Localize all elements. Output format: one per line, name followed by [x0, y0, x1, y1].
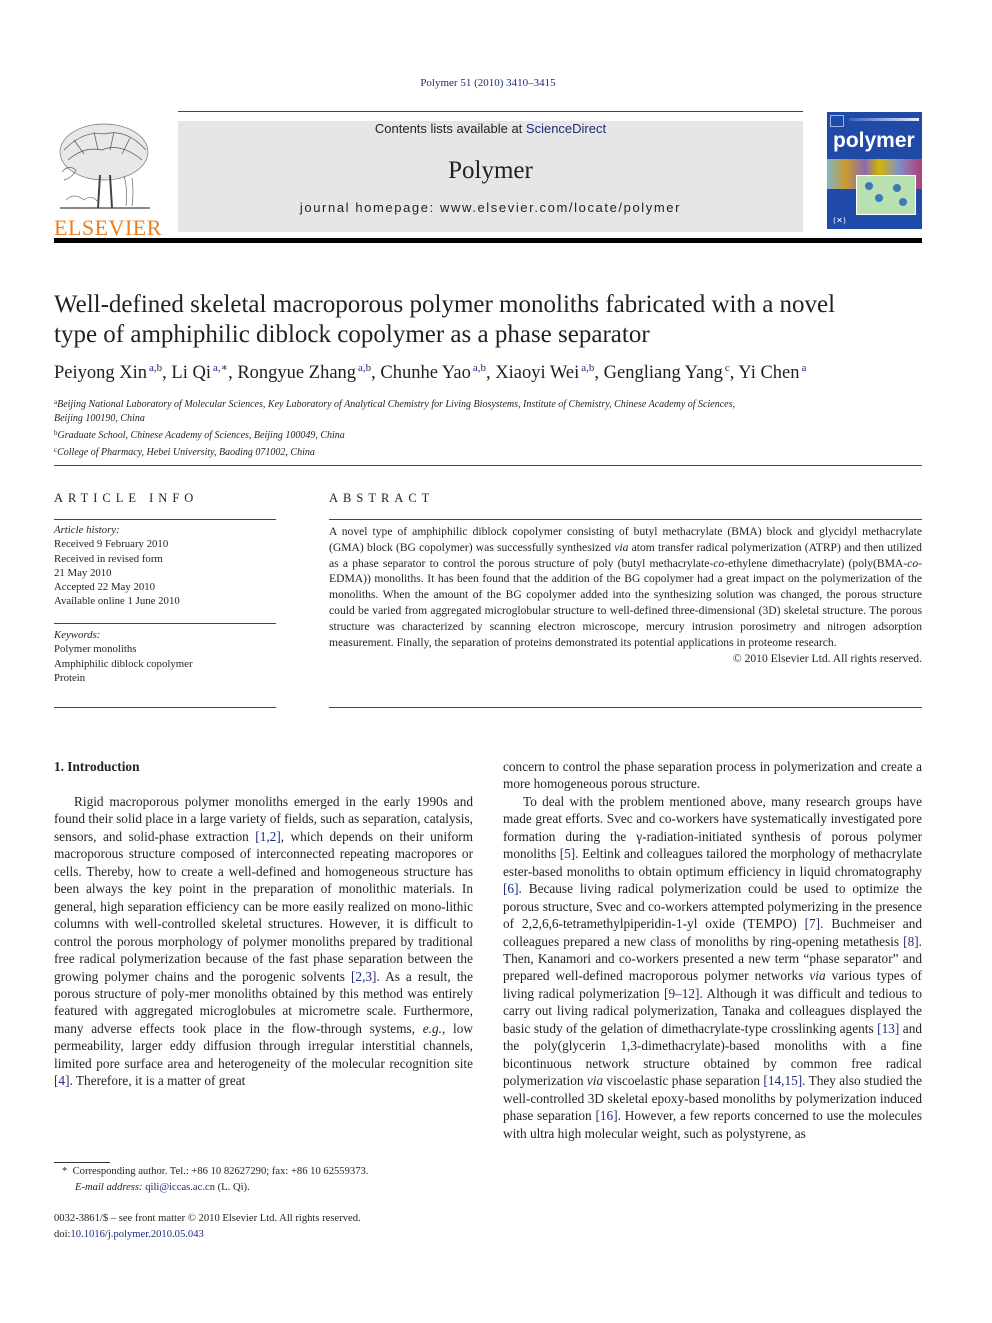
- footnote-rule: [54, 1162, 110, 1163]
- cover-inset-figure: [856, 175, 916, 215]
- article-info-end-rule: [54, 707, 276, 708]
- affiliation-text: Beijing National Laboratory of Molecular…: [57, 399, 735, 410]
- elsevier-tree-icon: [59, 123, 150, 209]
- doi-link[interactable]: 10.1016/j.polymer.2010.05.043: [70, 1229, 203, 1240]
- author-name: Rongyue Zhang: [237, 363, 357, 383]
- affiliation-c: cCollege of Pharmacy, Hebei University, …: [54, 443, 924, 460]
- intro-paragraph-2: To deal with the problem mentioned above…: [503, 793, 923, 1141]
- journal-homepage-link[interactable]: journal homepage: www.elsevier.com/locat…: [178, 200, 803, 216]
- author-name: Xiaoyi Wei: [495, 363, 580, 383]
- author[interactable]: Gengliang Yang c: [603, 362, 730, 383]
- masthead-top-rule: [178, 111, 803, 112]
- author[interactable]: Peiyong Xin a,b: [54, 362, 162, 383]
- intro-paragraph-1-continued: concern to control the phase separation …: [503, 759, 922, 792]
- history-item: Received in revised form: [54, 552, 163, 565]
- author-affiliation-marker[interactable]: c: [725, 362, 730, 374]
- keyword: Polymer monoliths: [54, 643, 137, 656]
- cover-title: polymer: [833, 129, 915, 152]
- masthead-box: Contents lists available at ScienceDirec…: [178, 121, 803, 232]
- reference-link[interactable]: [8]: [903, 934, 919, 949]
- header-divider: [54, 465, 922, 466]
- introduction-column-left: Rigid macroporous polymer monoliths emer…: [54, 793, 473, 1090]
- reference-link[interactable]: [1,2]: [255, 829, 280, 844]
- author-affiliation-marker[interactable]: a,b: [149, 362, 162, 374]
- author-name: Yi Chen: [738, 363, 800, 383]
- history-item: Available online 1 June 2010: [54, 595, 180, 608]
- author-name: Gengliang Yang: [603, 363, 723, 383]
- article-title: Well-defined skeletal macroporous polyme…: [54, 290, 934, 350]
- contents-prefix: Contents lists available at: [374, 121, 526, 136]
- affiliations: aBeijing National Laboratory of Molecula…: [54, 395, 924, 460]
- reference-link[interactable]: [13]: [877, 1021, 899, 1036]
- author-affiliation-marker[interactable]: a: [802, 362, 807, 374]
- cover-publisher-icon: (✕): [833, 216, 846, 225]
- reference-link[interactable]: [6]: [503, 881, 519, 896]
- history-item: Accepted 22 May 2010: [54, 581, 156, 594]
- history-item: 21 May 2010: [54, 566, 112, 579]
- affiliation-text: Graduate School, Chinese Academy of Scie…: [57, 430, 345, 441]
- section-heading-introduction: 1. Introduction: [54, 759, 140, 774]
- email-note: E-mail address: qili@iccas.ac.cn (L. Qi)…: [75, 1182, 250, 1193]
- sciencedirect-link[interactable]: ScienceDirect: [526, 121, 606, 136]
- article-history-label: Article history:: [54, 524, 120, 536]
- article-title-line-2: type of amphiphilic diblock copolymer as…: [54, 321, 650, 348]
- author-affiliation-marker[interactable]: a,b: [358, 362, 371, 374]
- abstract-body: A novel type of amphiphilic diblock copo…: [329, 524, 922, 667]
- author-name: Li Qi: [171, 363, 211, 383]
- keyword: Amphiphilic diblock copolymer: [54, 657, 193, 670]
- author[interactable]: Yi Chen a: [738, 362, 807, 383]
- abstract-heading: ABSTRACT: [329, 491, 435, 505]
- front-matter: 0032-3861/$ – see front matter © 2010 El…: [54, 1211, 484, 1243]
- reference-link[interactable]: [16]: [595, 1108, 617, 1123]
- reference-link[interactable]: [2,3]: [351, 969, 376, 984]
- keywords-label: Keywords:: [54, 629, 101, 641]
- journal-citation[interactable]: Polymer 51 (2010) 3410–3415: [0, 77, 976, 89]
- reference-link[interactable]: [5]: [560, 846, 576, 861]
- masthead-bottom-rule: [54, 238, 922, 243]
- author-affiliation-marker[interactable]: a,b: [581, 362, 594, 374]
- journal-cover[interactable]: polymer (✕): [827, 112, 922, 229]
- article-title-line-1: Well-defined skeletal macroporous polyme…: [54, 291, 836, 318]
- affiliation-a: aBeijing National Laboratory of Molecula…: [54, 395, 924, 412]
- reference-link[interactable]: [4]: [54, 1073, 70, 1088]
- author[interactable]: Rongyue Zhang a,b: [237, 362, 371, 383]
- keywords-rule: [54, 623, 276, 624]
- article-history: Article history: Received 9 February 201…: [54, 523, 276, 609]
- abstract-text: A novel type of amphiphilic diblock copo…: [329, 525, 922, 649]
- affiliation-b: bGraduate School, Chinese Academy of Sci…: [54, 426, 924, 443]
- affiliation-a-line-2: Beijing 100190, China: [54, 413, 145, 424]
- elsevier-logo[interactable]: ELSEVIER: [54, 120, 161, 240]
- author[interactable]: Li Qi a,∗: [171, 362, 228, 383]
- author-list: Peiyong Xin a,b, Li Qi a,∗, Rongyue Zhang a…: [54, 362, 807, 383]
- cover-badge-icon: [830, 115, 844, 127]
- abstract-rule: [329, 519, 922, 520]
- affiliation-text: College of Pharmacy, Hebei University, B…: [57, 447, 315, 458]
- history-item: Received 9 February 2010: [54, 538, 169, 551]
- abstract-copyright: © 2010 Elsevier Ltd. All rights reserved…: [732, 652, 922, 666]
- abstract-end-rule: [329, 707, 922, 708]
- keyword: Protein: [54, 671, 86, 684]
- email-link[interactable]: qili@iccas.ac.cn: [145, 1182, 215, 1193]
- author-name: Peiyong Xin: [54, 363, 148, 383]
- intro-paragraph-1: Rigid macroporous polymer monoliths emer…: [54, 794, 474, 1089]
- author-affiliation-marker[interactable]: a,b: [473, 362, 486, 374]
- author-name: Chunhe Yao: [380, 363, 471, 383]
- footnote: * Corresponding author. Tel.: +86 10 826…: [62, 1164, 482, 1196]
- reference-link[interactable]: [7]: [805, 916, 821, 931]
- journal-name: Polymer: [448, 157, 533, 184]
- contents-available: Contents lists available at ScienceDirec…: [178, 121, 803, 136]
- doi-line: doi:10.1016/j.polymer.2010.05.043: [54, 1229, 204, 1240]
- keywords: Keywords: Polymer monoliths Amphiphilic …: [54, 628, 276, 685]
- introduction-column-right: concern to control the phase separation …: [503, 758, 922, 1142]
- author[interactable]: Xiaoyi Wei a,b: [495, 362, 594, 383]
- author-affiliation-marker[interactable]: a,∗: [213, 362, 228, 374]
- issn-line: 0032-3861/$ – see front matter © 2010 El…: [54, 1213, 361, 1224]
- article-info-heading: ARTICLE INFO: [54, 491, 199, 505]
- author[interactable]: Chunhe Yao a,b: [380, 362, 486, 383]
- corresponding-author-note: * Corresponding author. Tel.: +86 10 826…: [62, 1166, 369, 1177]
- reference-link[interactable]: [14,15]: [763, 1073, 802, 1088]
- cover-stripe: [849, 118, 919, 121]
- article-info-rule: [54, 519, 276, 520]
- reference-link[interactable]: [9–12]: [664, 986, 699, 1001]
